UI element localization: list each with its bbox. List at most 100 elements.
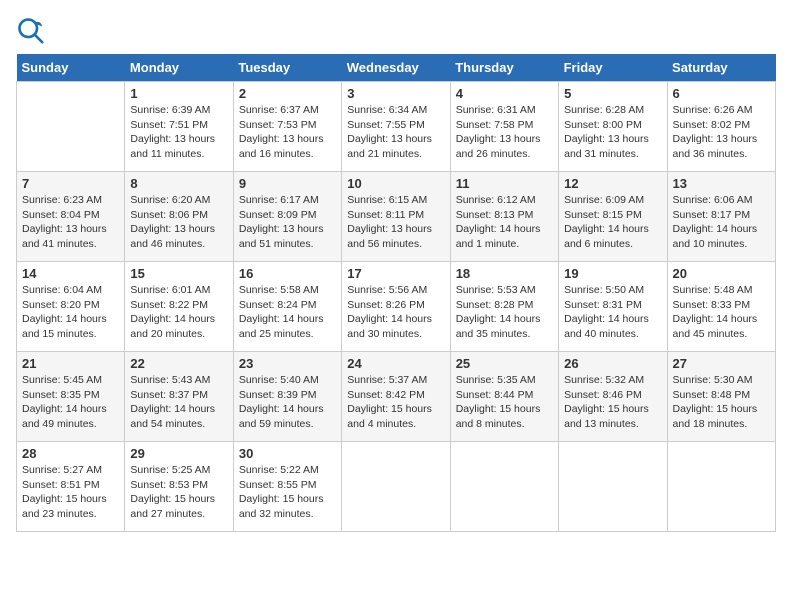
calendar-cell: 30 Sunrise: 5:22 AM Sunset: 8:55 PM Dayli… xyxy=(233,442,341,532)
calendar-cell: 24Sunrise: 5:37 AM Sunset: 8:42 PM Dayli… xyxy=(342,352,450,442)
calendar-cell: 3 Sunrise: 6:34 AM Sunset: 7:55 PM Daylig… xyxy=(342,82,450,172)
day-info: Sunrise: 6:06 AM Sunset: 8:17 PM Dayligh… xyxy=(673,193,770,252)
calendar-cell: 13 Sunrise: 6:06 AM Sunset: 8:17 PM Dayli… xyxy=(667,172,775,262)
calendar-cell: 14 Sunrise: 6:04 AM Sunset: 8:20 PM Dayli… xyxy=(17,262,125,352)
calendar-cell: 7 Sunrise: 6:23 AM Sunset: 8:04 PM Daylig… xyxy=(17,172,125,262)
day-number: 20 xyxy=(673,266,770,281)
day-info: Sunrise: 6:17 AM Sunset: 8:09 PM Dayligh… xyxy=(239,193,336,252)
calendar-cell: 12 Sunrise: 6:09 AM Sunset: 8:15 PM Dayli… xyxy=(559,172,667,262)
calendar-cell: 8 Sunrise: 6:20 AM Sunset: 8:06 PM Daylig… xyxy=(125,172,233,262)
calendar-cell: 2 Sunrise: 6:37 AM Sunset: 7:53 PM Daylig… xyxy=(233,82,341,172)
calendar-week-4: 28 Sunrise: 5:27 AM Sunset: 8:51 PM Dayli… xyxy=(17,442,776,532)
day-number: 13 xyxy=(673,176,770,191)
calendar-cell: 27Sunrise: 5:30 AM Sunset: 8:48 PM Dayli… xyxy=(667,352,775,442)
day-info: Sunrise: 5:43 AM Sunset: 8:37 PM Dayligh… xyxy=(130,373,227,432)
day-info: Sunrise: 5:27 AM Sunset: 8:51 PM Dayligh… xyxy=(22,463,119,522)
day-info: Sunrise: 6:04 AM Sunset: 8:20 PM Dayligh… xyxy=(22,283,119,342)
header-cell-saturday: Saturday xyxy=(667,54,775,82)
day-number: 18 xyxy=(456,266,553,281)
day-number: 5 xyxy=(564,86,661,101)
day-info: Sunrise: 5:56 AM Sunset: 8:26 PM Dayligh… xyxy=(347,283,444,342)
calendar-cell xyxy=(559,442,667,532)
logo-icon xyxy=(16,16,44,44)
calendar-cell: 6 Sunrise: 6:26 AM Sunset: 8:02 PM Daylig… xyxy=(667,82,775,172)
day-number: 3 xyxy=(347,86,444,101)
calendar-week-0: 1 Sunrise: 6:39 AM Sunset: 7:51 PM Daylig… xyxy=(17,82,776,172)
day-number: 29 xyxy=(130,446,227,461)
calendar-cell: 20Sunrise: 5:48 AM Sunset: 8:33 PM Dayli… xyxy=(667,262,775,352)
day-info: Sunrise: 5:32 AM Sunset: 8:46 PM Dayligh… xyxy=(564,373,661,432)
day-info: Sunrise: 5:58 AM Sunset: 8:24 PM Dayligh… xyxy=(239,283,336,342)
calendar-cell: 22 Sunrise: 5:43 AM Sunset: 8:37 PM Dayli… xyxy=(125,352,233,442)
day-number: 15 xyxy=(130,266,227,281)
calendar-cell: 4Sunrise: 6:31 AM Sunset: 7:58 PM Daylig… xyxy=(450,82,558,172)
calendar-cell: 19Sunrise: 5:50 AM Sunset: 8:31 PM Dayli… xyxy=(559,262,667,352)
calendar-cell: 1 Sunrise: 6:39 AM Sunset: 7:51 PM Daylig… xyxy=(125,82,233,172)
day-info: Sunrise: 5:35 AM Sunset: 8:44 PM Dayligh… xyxy=(456,373,553,432)
header-cell-wednesday: Wednesday xyxy=(342,54,450,82)
day-info: Sunrise: 6:15 AM Sunset: 8:11 PM Dayligh… xyxy=(347,193,444,252)
day-number: 2 xyxy=(239,86,336,101)
day-info: Sunrise: 6:09 AM Sunset: 8:15 PM Dayligh… xyxy=(564,193,661,252)
header-cell-thursday: Thursday xyxy=(450,54,558,82)
calendar-cell: 21Sunrise: 5:45 AM Sunset: 8:35 PM Dayli… xyxy=(17,352,125,442)
day-number: 28 xyxy=(22,446,119,461)
day-info: Sunrise: 6:34 AM Sunset: 7:55 PM Dayligh… xyxy=(347,103,444,162)
calendar-cell xyxy=(667,442,775,532)
day-info: Sunrise: 5:25 AM Sunset: 8:53 PM Dayligh… xyxy=(130,463,227,522)
day-number: 23 xyxy=(239,356,336,371)
calendar-cell: 25Sunrise: 5:35 AM Sunset: 8:44 PM Dayli… xyxy=(450,352,558,442)
day-info: Sunrise: 5:40 AM Sunset: 8:39 PM Dayligh… xyxy=(239,373,336,432)
calendar-cell: 5 Sunrise: 6:28 AM Sunset: 8:00 PM Daylig… xyxy=(559,82,667,172)
calendar-cell: 18 Sunrise: 5:53 AM Sunset: 8:28 PM Dayli… xyxy=(450,262,558,352)
day-info: Sunrise: 5:50 AM Sunset: 8:31 PM Dayligh… xyxy=(564,283,661,342)
day-info: Sunrise: 6:01 AM Sunset: 8:22 PM Dayligh… xyxy=(130,283,227,342)
calendar-cell: 23 Sunrise: 5:40 AM Sunset: 8:39 PM Dayli… xyxy=(233,352,341,442)
day-number: 17 xyxy=(347,266,444,281)
day-info: Sunrise: 6:20 AM Sunset: 8:06 PM Dayligh… xyxy=(130,193,227,252)
calendar-cell xyxy=(450,442,558,532)
day-info: Sunrise: 6:37 AM Sunset: 7:53 PM Dayligh… xyxy=(239,103,336,162)
day-info: Sunrise: 5:30 AM Sunset: 8:48 PM Dayligh… xyxy=(673,373,770,432)
day-info: Sunrise: 6:26 AM Sunset: 8:02 PM Dayligh… xyxy=(673,103,770,162)
day-info: Sunrise: 5:22 AM Sunset: 8:55 PM Dayligh… xyxy=(239,463,336,522)
day-number: 1 xyxy=(130,86,227,101)
day-number: 12 xyxy=(564,176,661,191)
calendar-cell: 10 Sunrise: 6:15 AM Sunset: 8:11 PM Dayli… xyxy=(342,172,450,262)
day-number: 8 xyxy=(130,176,227,191)
calendar-cell: 17 Sunrise: 5:56 AM Sunset: 8:26 PM Dayli… xyxy=(342,262,450,352)
day-number: 22 xyxy=(130,356,227,371)
day-number: 7 xyxy=(22,176,119,191)
calendar-cell: 11 Sunrise: 6:12 AM Sunset: 8:13 PM Dayli… xyxy=(450,172,558,262)
day-number: 6 xyxy=(673,86,770,101)
day-number: 30 xyxy=(239,446,336,461)
day-info: Sunrise: 5:53 AM Sunset: 8:28 PM Dayligh… xyxy=(456,283,553,342)
day-info: Sunrise: 6:23 AM Sunset: 8:04 PM Dayligh… xyxy=(22,193,119,252)
calendar-cell: 15 Sunrise: 6:01 AM Sunset: 8:22 PM Dayli… xyxy=(125,262,233,352)
calendar-table: SundayMondayTuesdayWednesdayThursdayFrid… xyxy=(16,54,776,532)
day-number: 10 xyxy=(347,176,444,191)
calendar-week-1: 7 Sunrise: 6:23 AM Sunset: 8:04 PM Daylig… xyxy=(17,172,776,262)
day-number: 9 xyxy=(239,176,336,191)
header-cell-tuesday: Tuesday xyxy=(233,54,341,82)
calendar-cell: 28 Sunrise: 5:27 AM Sunset: 8:51 PM Dayli… xyxy=(17,442,125,532)
logo xyxy=(16,16,48,44)
calendar-week-2: 14 Sunrise: 6:04 AM Sunset: 8:20 PM Dayli… xyxy=(17,262,776,352)
calendar-week-3: 21Sunrise: 5:45 AM Sunset: 8:35 PM Dayli… xyxy=(17,352,776,442)
day-number: 11 xyxy=(456,176,553,191)
calendar-header-row: SundayMondayTuesdayWednesdayThursdayFrid… xyxy=(17,54,776,82)
day-info: Sunrise: 6:28 AM Sunset: 8:00 PM Dayligh… xyxy=(564,103,661,162)
day-number: 21 xyxy=(22,356,119,371)
calendar-cell xyxy=(17,82,125,172)
calendar-body: 1 Sunrise: 6:39 AM Sunset: 7:51 PM Daylig… xyxy=(17,82,776,532)
day-number: 4 xyxy=(456,86,553,101)
calendar-cell: 26Sunrise: 5:32 AM Sunset: 8:46 PM Dayli… xyxy=(559,352,667,442)
day-info: Sunrise: 5:37 AM Sunset: 8:42 PM Dayligh… xyxy=(347,373,444,432)
day-info: Sunrise: 6:39 AM Sunset: 7:51 PM Dayligh… xyxy=(130,103,227,162)
header-cell-monday: Monday xyxy=(125,54,233,82)
header-cell-friday: Friday xyxy=(559,54,667,82)
day-info: Sunrise: 6:12 AM Sunset: 8:13 PM Dayligh… xyxy=(456,193,553,252)
header xyxy=(16,16,776,44)
day-number: 14 xyxy=(22,266,119,281)
calendar-cell: 16Sunrise: 5:58 AM Sunset: 8:24 PM Dayli… xyxy=(233,262,341,352)
